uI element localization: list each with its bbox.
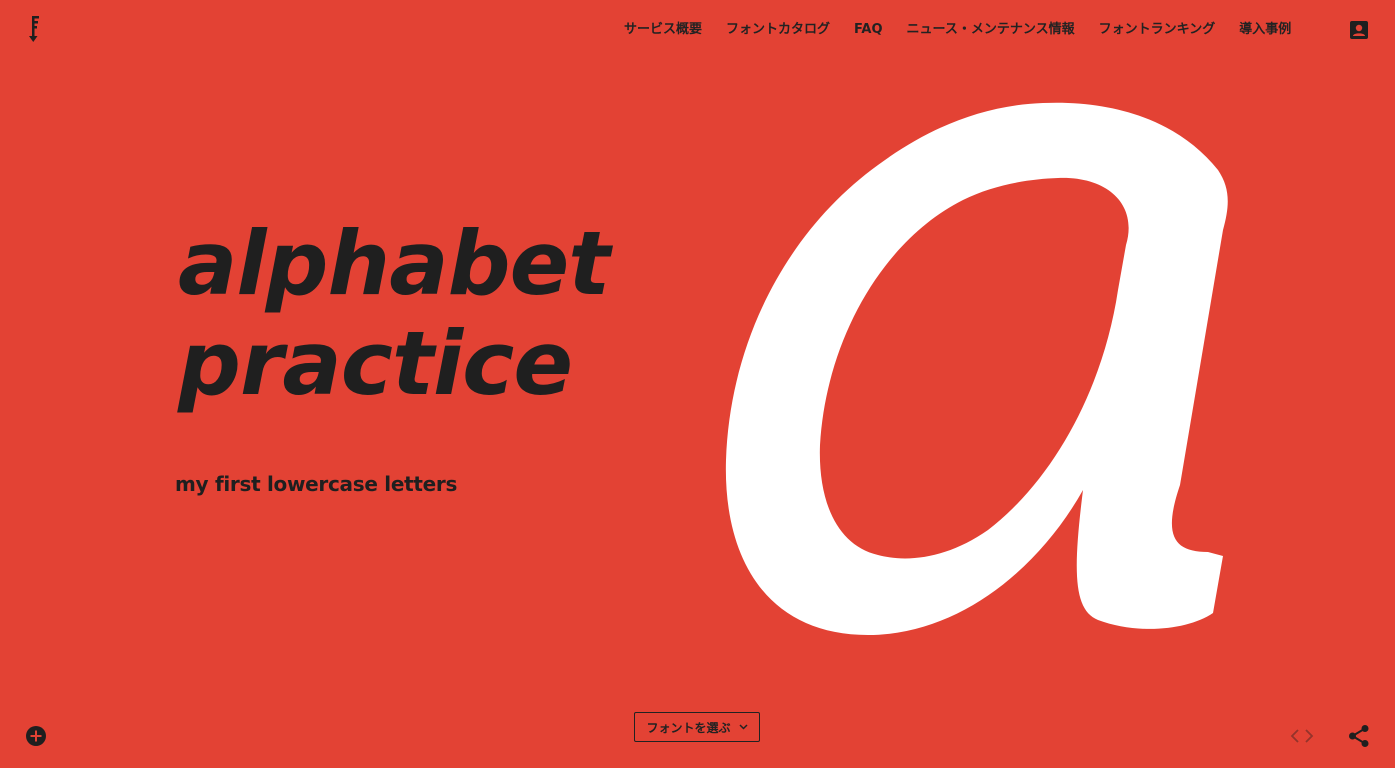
font-select-label: フォントを選ぶ (646, 720, 731, 735)
nav-item-font-catalog[interactable]: フォントカタログ (714, 20, 842, 40)
hero-title-line-1: alphabet (178, 212, 610, 315)
hero-title: alphabet practice (178, 212, 610, 415)
share-icon[interactable] (1348, 724, 1370, 748)
font-select-dropdown[interactable]: フォントを選ぶ (634, 712, 760, 742)
logo-icon[interactable] (28, 16, 42, 42)
nav-item-news-maintenance[interactable]: ニュース・メンテナンス情報 (895, 20, 1087, 40)
chevron-down-icon (738, 724, 748, 730)
nav-item-case-studies[interactable]: 導入事例 (1227, 20, 1303, 40)
glyph-specimen-a (718, 90, 1238, 650)
code-icon[interactable] (1290, 727, 1314, 745)
account-icon[interactable] (1349, 20, 1369, 40)
plus-circle-icon[interactable] (25, 725, 47, 747)
nav-item-service-overview[interactable]: サービス概要 (612, 20, 714, 40)
hero-subtitle: my first lowercase letters (175, 472, 458, 496)
nav-item-font-ranking[interactable]: フォントランキング (1087, 20, 1228, 40)
nav-item-faq[interactable]: FAQ (842, 20, 895, 40)
top-nav: サービス概要 フォントカタログ FAQ ニュース・メンテナンス情報 フォントラン… (612, 20, 1303, 40)
hero-title-line-2: practice (178, 312, 573, 415)
